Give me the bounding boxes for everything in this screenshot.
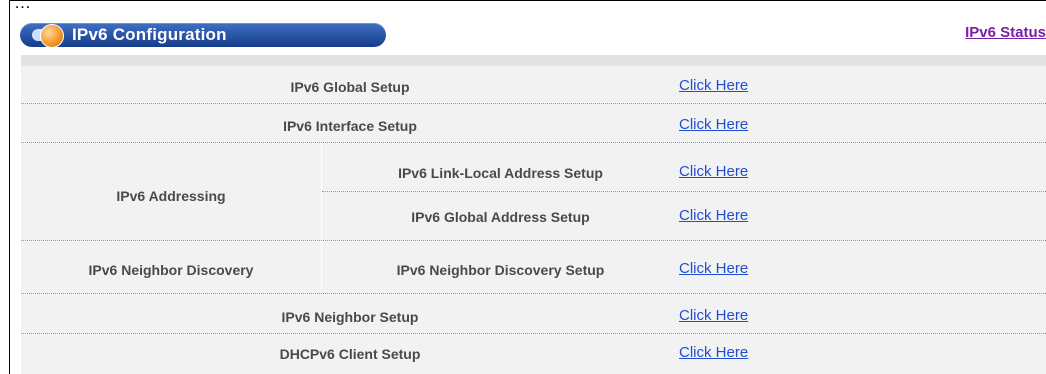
row-label-ipv6-neighbor-setup: IPv6 Neighbor Setup bbox=[281, 309, 419, 325]
click-here-ipv6-link-local-address-setup[interactable]: Click Here bbox=[679, 163, 748, 180]
section-header: IPv6 Configuration bbox=[20, 23, 386, 48]
row-divider bbox=[322, 191, 1046, 192]
row-divider bbox=[21, 240, 1046, 241]
top-clipped-text: … bbox=[14, 1, 31, 12]
ipv6-config-table: IPv6 Global Setup Click Here IPv6 Interf… bbox=[21, 55, 1046, 374]
row-divider bbox=[21, 293, 1046, 294]
row-divider bbox=[21, 333, 1046, 334]
ipv6-status-link[interactable]: IPv6 Status bbox=[965, 24, 1046, 41]
page-title: IPv6 Configuration bbox=[72, 25, 227, 44]
click-here-dhcpv6-client-setup[interactable]: Click Here bbox=[679, 344, 748, 361]
window-left-border bbox=[9, 0, 10, 374]
click-here-ipv6-neighbor-setup[interactable]: Click Here bbox=[679, 307, 748, 324]
group-label-ipv6-neighbor-discovery: IPv6 Neighbor Discovery bbox=[88, 262, 254, 278]
table-top-strip bbox=[21, 55, 1046, 66]
row-label-ipv6-global-address-setup: IPv6 Global Address Setup bbox=[411, 209, 590, 225]
group-label-ipv6-addressing: IPv6 Addressing bbox=[116, 188, 226, 204]
click-here-ipv6-interface-setup[interactable]: Click Here bbox=[679, 116, 748, 133]
row-label-dhcpv6-client-setup: DHCPv6 Client Setup bbox=[279, 346, 421, 362]
row-label-ipv6-link-local-address-setup: IPv6 Link-Local Address Setup bbox=[398, 165, 603, 181]
click-here-ipv6-global-setup[interactable]: Click Here bbox=[679, 77, 748, 94]
row-divider bbox=[21, 103, 1046, 104]
row-label-ipv6-neighbor-discovery-setup: IPv6 Neighbor Discovery Setup bbox=[396, 262, 605, 278]
top-clipped-bar: … bbox=[10, 1, 1046, 13]
row-label-ipv6-global-setup: IPv6 Global Setup bbox=[290, 79, 410, 95]
row-label-ipv6-interface-setup: IPv6 Interface Setup bbox=[283, 118, 417, 134]
orb-icon bbox=[40, 24, 64, 48]
click-here-ipv6-neighbor-discovery-setup[interactable]: Click Here bbox=[679, 260, 748, 277]
row-divider bbox=[21, 142, 1046, 143]
click-here-ipv6-global-address-setup[interactable]: Click Here bbox=[679, 207, 748, 224]
